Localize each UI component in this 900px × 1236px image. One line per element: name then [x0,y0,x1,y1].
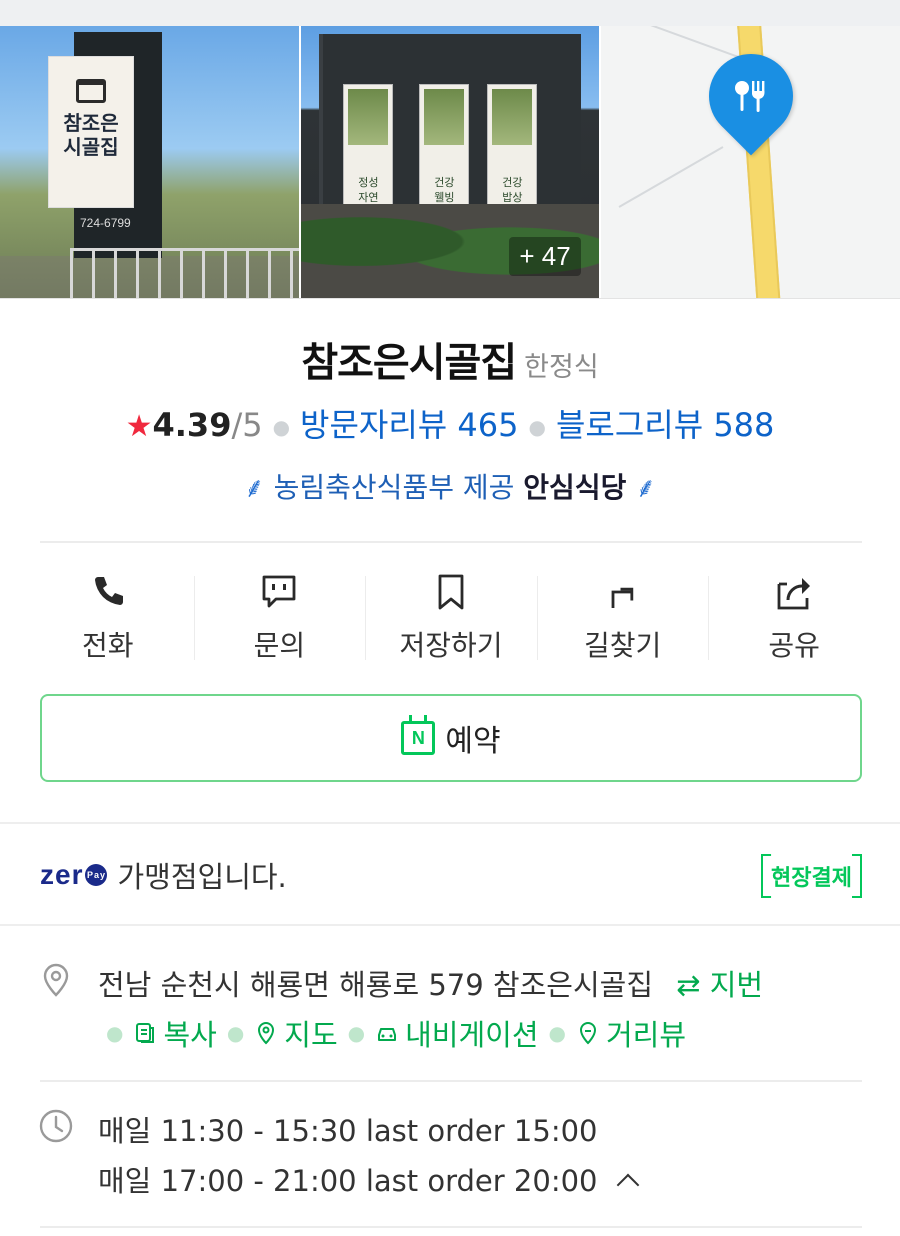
separator-dot: ● [272,415,291,439]
restaurant-logo-icon [76,79,106,103]
directions-label: 길찾기 [583,629,662,662]
location-pin-icon [43,963,69,997]
more-photos-count[interactable]: + 47 [509,237,581,276]
inquiry-label: 문의 [253,629,306,662]
chat-icon [262,575,296,608]
bookmark-icon [438,574,464,610]
photo-strip[interactable]: 참조은 시골집 724-6799 정성 자연 건강 웰빙 건강 밥상 + 47 [0,26,900,298]
navigation-label: 내비게이션 [405,1018,539,1052]
chevron-up-icon[interactable] [616,1173,639,1197]
save-label: 저장하기 [399,629,503,662]
section-divider [0,924,900,926]
address-text: 전남 순천시 해룡면 해룡로 579 참조은시골집 [98,968,654,1002]
action-bar: 전화 문의 저장하기 길찾기 공유 [22,566,880,666]
zeropay-logo: zer Pay [40,859,108,891]
zeropay-pay-icon: Pay [85,864,108,886]
place-category: 한정식 [524,352,599,383]
title-row: 참조은시골집 한정식 [0,330,900,388]
safe-restaurant-badge[interactable]: ⸙ 농림축산식품부 제공 안심식당 ⸙ [0,466,900,506]
photo-signboard[interactable]: 참조은 시골집 724-6799 [0,26,300,298]
directions-icon [611,587,633,608]
map-road [618,146,724,208]
street-view-icon [579,1021,596,1045]
copy-label: 복사 [163,1018,217,1052]
divider [40,1226,862,1228]
zeropay-row: zer Pay 가맹점입니다. 현장결제 [40,852,862,898]
navigation-button[interactable]: 내비게이션 [375,1012,539,1054]
call-label: 전화 [82,629,134,662]
divider [40,541,862,543]
divider [40,1080,862,1082]
sign-text: 참조은 시골집 [63,111,119,159]
street-view-button[interactable]: 거리뷰 [576,1012,686,1054]
sign-board: 참조은 시골집 [48,56,134,208]
save-button[interactable]: 저장하기 [365,566,537,666]
map-thumbnail[interactable] [600,26,900,298]
top-bar [0,0,900,26]
banner: 정성 자연 [343,84,394,222]
badge-name: 안심식당 [523,471,627,504]
reserve-button[interactable]: N 예약 [40,694,862,782]
share-label: 공유 [768,629,820,662]
fence [70,248,300,298]
place-name: 참조은시골집 [301,340,517,386]
rating-row: ★4.39/5 ● 방문자리뷰 465 ● 블로그리뷰 588 [0,400,900,446]
address-line: 전남 순천시 해룡면 해룡로 579 참조은시골집 ⇄ 지번 [98,962,763,1004]
divider [0,298,900,299]
share-button[interactable]: 공유 [708,566,880,666]
badge-provider: 농림축산식품부 제공 [273,471,515,504]
star-icon: ★ [125,409,153,444]
business-hours-dinner-row[interactable]: 매일 17:00 - 21:00 last order 20:00 [98,1158,639,1200]
onsite-payment-badge: 현장결제 [761,854,862,898]
call-button[interactable]: 전화 [22,566,194,666]
banner-text: 정성 자연 [358,176,379,204]
address-actions: ● 복사 ● 지도 ● 내비게이션 ● 거리뷰 [96,1012,686,1054]
rating-score: 4.39 [152,406,232,444]
directions-button[interactable]: 길찾기 [536,566,709,666]
banner: 건강 밥상 [487,84,538,222]
clock-icon [39,1109,73,1143]
business-hours-dinner: 매일 17:00 - 21:00 last order 20:00 [98,1164,598,1198]
zeropay-text: 가맹점입니다. [117,860,287,894]
section-divider [0,822,900,824]
blog-reviews-link[interactable]: 블로그리뷰 588 [556,406,774,444]
banner-text: 건강 밥상 [502,176,523,204]
banner-text: 건강 웰빙 [434,176,455,204]
separator-dot: ● [106,1021,124,1045]
photo-building[interactable]: 정성 자연 건강 웰빙 건강 밥상 + 47 [301,26,599,298]
laurel-left-icon: ⸙ [243,471,265,504]
lot-address-toggle[interactable]: ⇄ 지번 [676,968,763,1002]
car-icon [378,1028,397,1041]
visitor-reviews-link[interactable]: 방문자리뷰 465 [300,406,518,444]
separator-dot: ● [548,1021,566,1045]
map-pin-icon [258,1021,275,1045]
naver-calendar-icon: N [401,715,436,755]
inquiry-button[interactable]: 문의 [193,566,366,666]
reserve-label: 예약 [445,724,501,759]
business-hours-lunch: 매일 11:30 - 15:30 last order 15:00 [98,1114,598,1148]
separator-dot: ● [226,1021,245,1045]
sign-phone: 724-6799 [80,216,131,230]
map-button[interactable]: 지도 [254,1012,338,1054]
separator-dot: ● [347,1021,366,1045]
map-label: 지도 [284,1018,338,1052]
phone-icon [94,577,123,605]
separator-dot: ● [528,415,546,439]
share-icon [777,578,811,610]
copy-icon [136,1023,155,1043]
street-view-label: 거리뷰 [605,1018,687,1052]
fork-knife-icon [734,81,765,112]
banner: 건강 웰빙 [419,84,470,222]
laurel-right-icon: ⸙ [635,471,657,504]
copy-address-button[interactable]: 복사 [133,1012,217,1054]
rating-max: /5 [231,406,263,444]
zeropay-logo-text: zer [40,859,84,890]
